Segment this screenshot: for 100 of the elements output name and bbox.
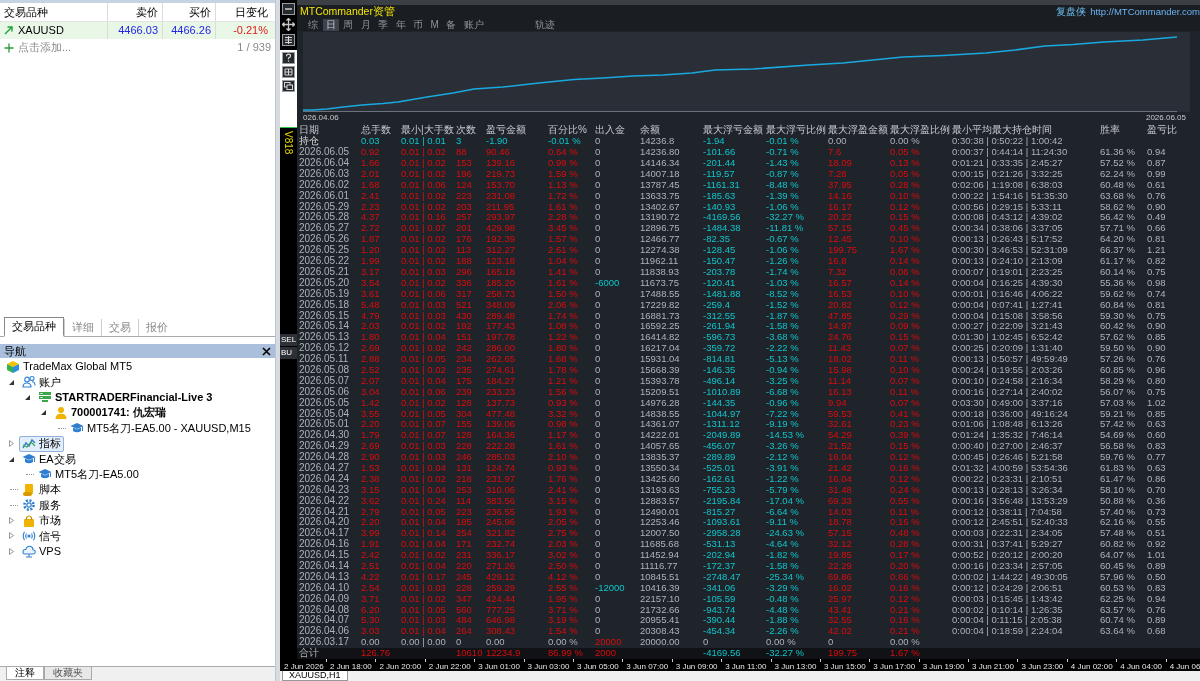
tree-item[interactable]: 服务 xyxy=(19,497,64,514)
triangle-icon[interactable] xyxy=(24,394,30,400)
table-cell-text: -3.26 % xyxy=(766,441,800,453)
tab[interactable]: M xyxy=(427,19,442,32)
move-icon[interactable] xyxy=(282,18,295,31)
table-cell-text: 0:00:02 | 1:44:22 | 49:30:05 xyxy=(952,571,1069,583)
column-header: 胜率 xyxy=(1100,125,1121,137)
table-cell-text: 20000 xyxy=(595,637,623,649)
tree-item[interactable]: 脚本 xyxy=(19,481,64,498)
table-cell-text: 155 xyxy=(456,419,473,431)
tab[interactable]: 季 xyxy=(375,19,391,32)
windows-icon[interactable] xyxy=(282,80,295,92)
tab[interactable]: 月 xyxy=(357,19,374,32)
triangle-icon[interactable] xyxy=(40,410,46,416)
table-cell-text: 0 xyxy=(595,332,602,344)
table-cell-text: 10610 xyxy=(456,648,484,659)
tab[interactable]: 日 xyxy=(322,19,339,32)
side-tab[interactable]: BU xyxy=(280,347,297,360)
minimize-icon[interactable] xyxy=(282,3,295,15)
table-cell-text: 0:00:13 | 0:24:10 | 2:13:09 xyxy=(952,256,1064,267)
tab[interactable]: 收藏夹 xyxy=(44,667,92,680)
tree-item[interactable]: 信号 xyxy=(19,528,64,544)
column-header[interactable]: 交易品种 xyxy=(0,3,108,21)
table-cell-text: 1.61 % xyxy=(548,201,579,213)
table-cell-text: 0 xyxy=(595,550,602,561)
table-cell-text: -120.41 xyxy=(703,277,737,289)
tree-item[interactable]: MT5名刀-EA5.00 xyxy=(35,466,142,483)
tree-item[interactable]: STARTRADERFinancial-Live 3 xyxy=(35,389,216,406)
tree-item[interactable]: EA交易 xyxy=(19,451,79,468)
table-cell-text: 13425.60 xyxy=(640,473,681,485)
tab[interactable]: 详细 xyxy=(64,319,101,336)
table-cell-text: -755.23 xyxy=(703,484,737,496)
table-cell-text: 0.75 xyxy=(1147,266,1167,278)
table-cell-text: 2.41 xyxy=(361,190,381,202)
tree-item[interactable]: 市场 xyxy=(19,512,64,529)
column-header[interactable]: 买价 xyxy=(163,3,216,21)
table-cell-text: 0.76 xyxy=(1147,604,1167,616)
close-icon[interactable] xyxy=(262,346,271,356)
table-cell-text: 2026.06.05 xyxy=(299,147,351,158)
tree-item[interactable]: TradeMax Global MT5 xyxy=(3,358,136,375)
table-cell-text: 0.63 xyxy=(1147,419,1167,431)
table-cell-text: -1.52 % xyxy=(766,299,800,311)
table-cell-text: 12896.75 xyxy=(640,223,681,235)
table-cell-text: 0:00:12 | 0:24:29 | 2:06:51 xyxy=(952,582,1064,594)
side-tab[interactable]: SEL xyxy=(280,334,297,347)
table-cell-text: 13402.67 xyxy=(640,201,681,213)
website-link[interactable]: http://MTCommander.com xyxy=(1090,4,1200,19)
tab[interactable]: 币 xyxy=(410,19,426,32)
tree-item[interactable]: 账户 xyxy=(19,374,64,391)
table-cell-text: -4169.56 xyxy=(703,212,742,224)
table-cell-text: 0.05 % xyxy=(890,168,921,180)
tab[interactable]: 备 xyxy=(443,19,460,32)
tree-item[interactable]: 指标 xyxy=(19,435,64,452)
symbol-name: XAUUSD xyxy=(18,23,64,39)
table-cell-text: 0.41 % xyxy=(890,408,921,420)
axis-label: 3 Jun 11:00 xyxy=(724,662,767,671)
tab[interactable]: 报价 xyxy=(138,319,175,336)
symbol-row[interactable]: XAUUSD 4466.03 4466.26 -0.21% xyxy=(0,22,275,39)
table-cell-text: 0.86 xyxy=(1147,473,1167,485)
tree-item[interactable]: 700001741: 仇宏瑞 xyxy=(51,404,169,421)
triangle-icon[interactable] xyxy=(8,379,14,385)
tab[interactable]: 交易 xyxy=(101,319,138,336)
column-header[interactable]: 卖价 xyxy=(108,3,163,21)
tab[interactable]: 周 xyxy=(340,19,356,32)
add-symbol-link[interactable]: 点击添加... xyxy=(18,39,72,56)
table-cell-text: -2049.89 xyxy=(703,430,742,442)
tree-item[interactable]: MT5名刀-EA5.00 - XAUUSD,M15 xyxy=(67,420,254,437)
tab[interactable]: 注释 xyxy=(6,667,44,680)
table-cell-text: 0.03 xyxy=(361,136,381,148)
tab[interactable]: XAUUSD,H1 xyxy=(282,671,348,681)
table-cell-text: 0.01 | 0.14 xyxy=(401,528,447,540)
table-cell-text: 0 xyxy=(595,430,602,442)
tab[interactable]: 年 xyxy=(392,19,409,32)
grid-box-icon[interactable] xyxy=(282,66,295,78)
table-cell-text: 296 xyxy=(456,266,473,278)
tree-item[interactable]: VPS xyxy=(19,543,64,560)
table-cell-text: -4.48 % xyxy=(766,604,800,616)
tab[interactable]: 账户 xyxy=(460,19,487,32)
tab[interactable]: 综 xyxy=(305,19,321,32)
table-cell-text: 176 xyxy=(456,234,473,246)
table-cell-text: 0.82 xyxy=(1147,256,1167,267)
list-box-icon[interactable] xyxy=(282,34,295,46)
help-icon[interactable] xyxy=(282,52,295,64)
table-cell-text: 1.08 % xyxy=(548,321,579,333)
table-cell-text: -128.45 xyxy=(703,245,737,257)
table-cell-text: -1010.89 xyxy=(703,386,742,398)
table-cell-text: 0.10 % xyxy=(890,234,921,246)
trace-button[interactable]: 轨迹 xyxy=(532,19,559,32)
column-header[interactable]: 日变化 xyxy=(216,3,272,21)
table-cell-text: 1.56 % xyxy=(548,386,579,398)
table-cell-text: 222.28 xyxy=(486,441,517,453)
table-cell-text: 5.48 xyxy=(361,299,381,311)
table-cell-text: 0.11 % xyxy=(890,354,920,365)
table-cell-text: 0 xyxy=(595,473,602,485)
table-cell-text: 59.30 % xyxy=(1100,310,1136,322)
table-cell-text: 20000.00 xyxy=(640,637,681,649)
column-header: 盈亏比 xyxy=(1147,125,1178,137)
table-cell-text: -1.06 % xyxy=(766,245,800,257)
triangle-icon[interactable] xyxy=(8,456,14,462)
tab[interactable]: 交易品种 xyxy=(4,317,64,337)
